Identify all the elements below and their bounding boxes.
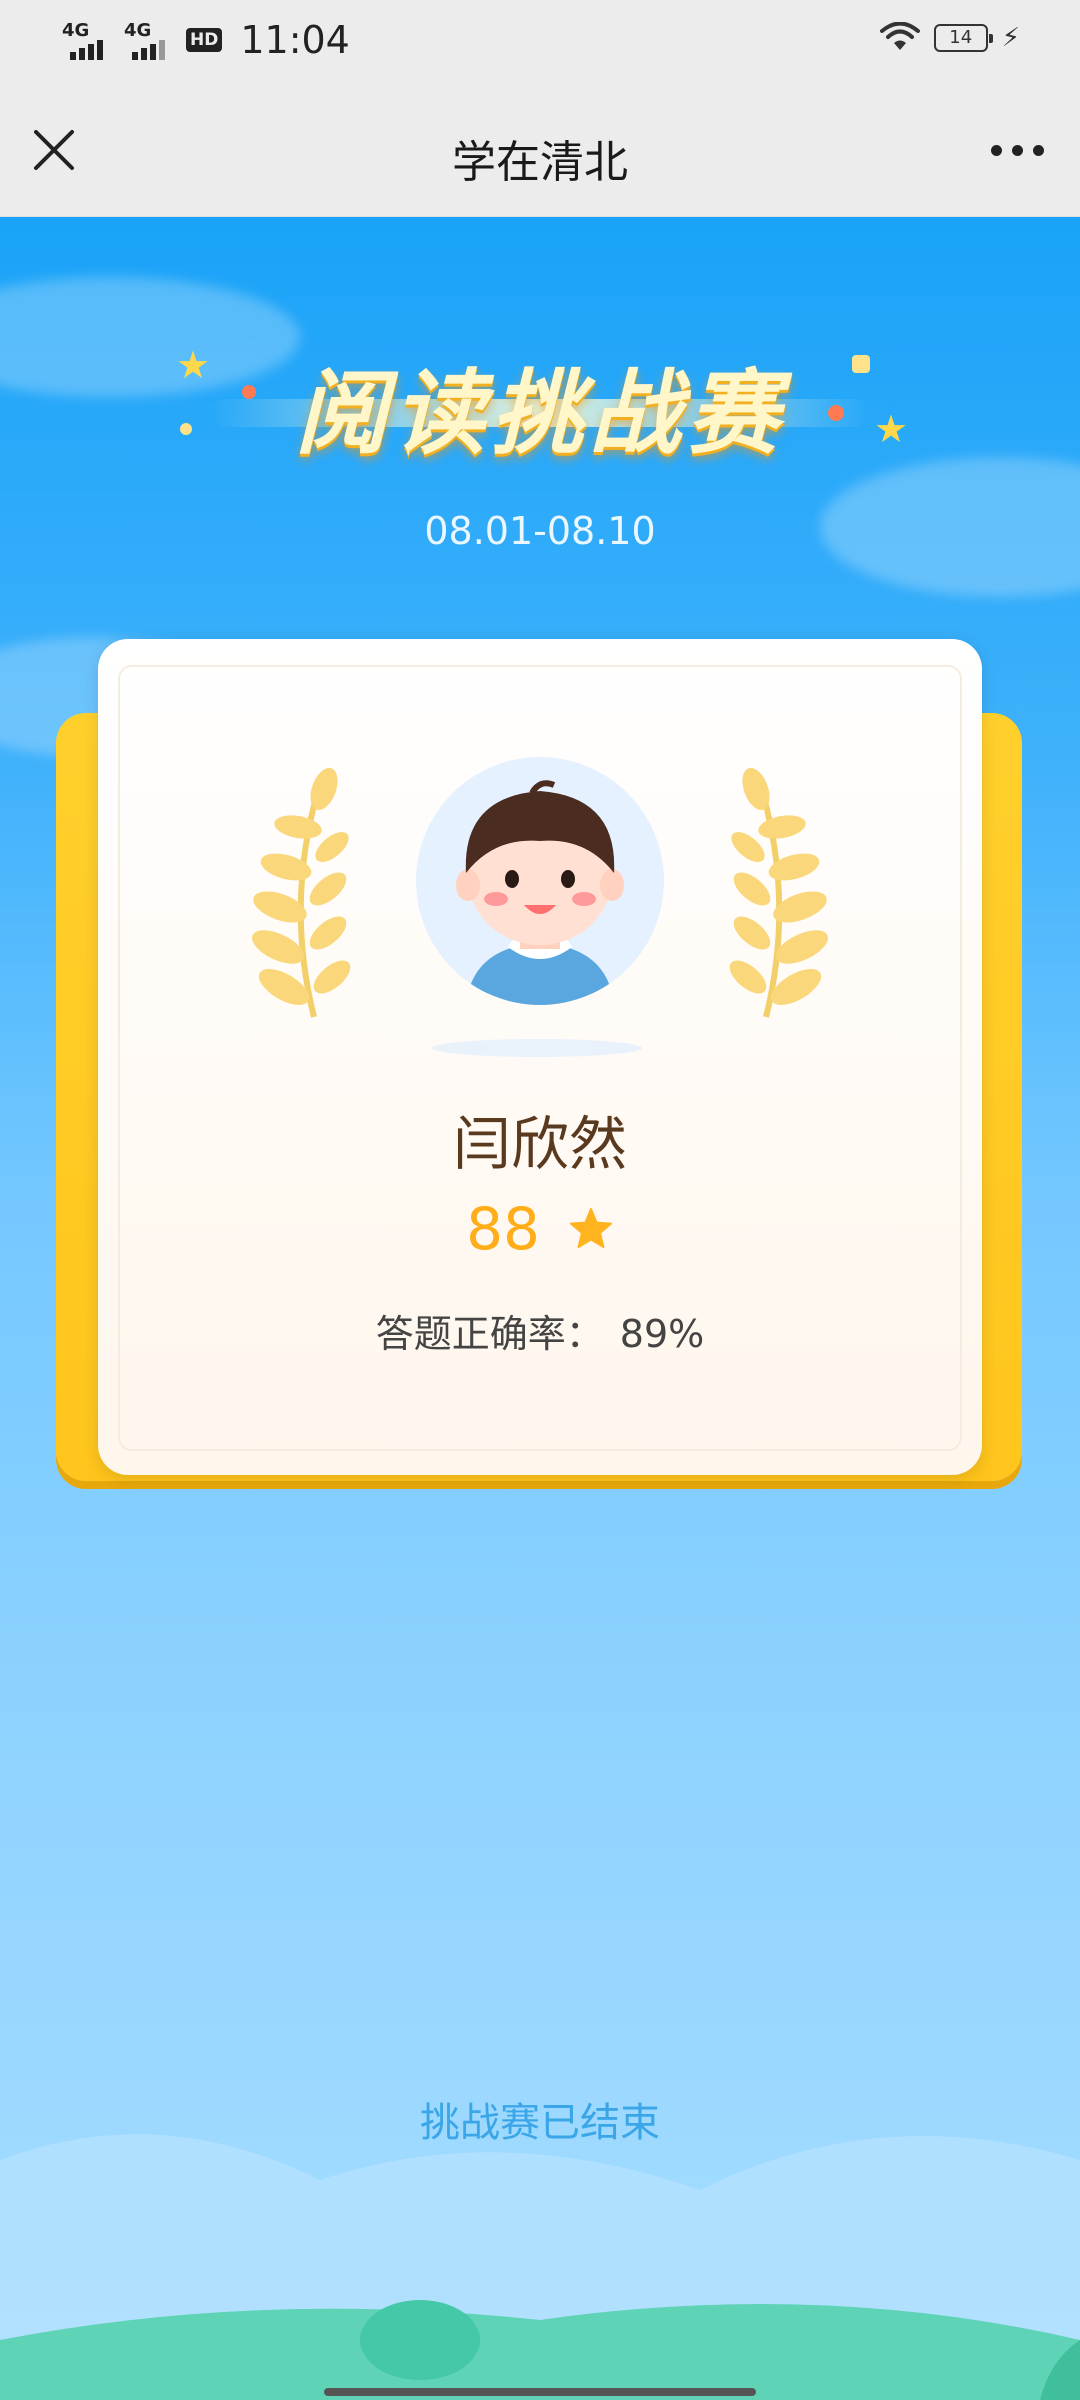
hd-icon: HD	[186, 28, 223, 52]
battery-icon: 14	[933, 24, 993, 52]
more-button[interactable]	[984, 140, 1050, 160]
wheat-left-icon	[252, 767, 351, 1018]
status-right: 14 ⚡	[879, 22, 1020, 54]
nav-bar: 学在清北	[0, 84, 1080, 217]
accuracy-label: 答题正确率：	[375, 1312, 604, 1356]
star-decoration-icon: ★	[176, 343, 211, 387]
wifi-icon	[879, 22, 920, 50]
page-title: 学在清北	[452, 137, 628, 188]
challenge-ended-label: 挑战赛已结束	[420, 2100, 660, 2146]
score-row: 88	[98, 1195, 982, 1263]
charging-icon: ⚡	[1001, 23, 1020, 53]
star-icon	[569, 1208, 612, 1248]
more-icon	[990, 144, 1002, 156]
signal-icon-2: 4G	[124, 20, 172, 60]
battery-level: 14	[949, 27, 973, 48]
avatar	[416, 757, 664, 1005]
score-value: 88	[466, 1195, 540, 1263]
network-type-2: 4G	[124, 20, 152, 41]
accuracy-value: 89%	[619, 1312, 705, 1356]
status-bar: 4G 4G HD 11:04 14 ⚡	[0, 0, 1080, 84]
wheat-right-icon	[729, 767, 828, 1018]
date-range: 08.01-08.10	[424, 509, 656, 553]
challenge-result-page: 阅读挑战赛 ★ ★ 08.01-08.10 闫欣然 88 答题正确率： 89%	[0, 217, 1080, 2400]
player-name: 闫欣然	[452, 1110, 627, 1178]
star-decoration-icon: ★	[874, 407, 909, 451]
accuracy-row: 答题正确率： 89%	[98, 1303, 982, 1358]
signal-icon-1: 4G	[62, 20, 110, 60]
child-avatar-icon	[456, 780, 624, 1005]
challenge-title: 阅读挑战赛	[294, 360, 785, 467]
status-left: 4G 4G HD 11:04	[62, 18, 350, 62]
clock: 11:04	[240, 18, 350, 62]
network-type-1: 4G	[62, 20, 90, 41]
result-card: 闫欣然 88 答题正确率： 89%	[98, 639, 982, 1475]
challenge-banner: 阅读挑战赛	[170, 339, 910, 467]
home-indicator[interactable]	[324, 2388, 756, 2396]
